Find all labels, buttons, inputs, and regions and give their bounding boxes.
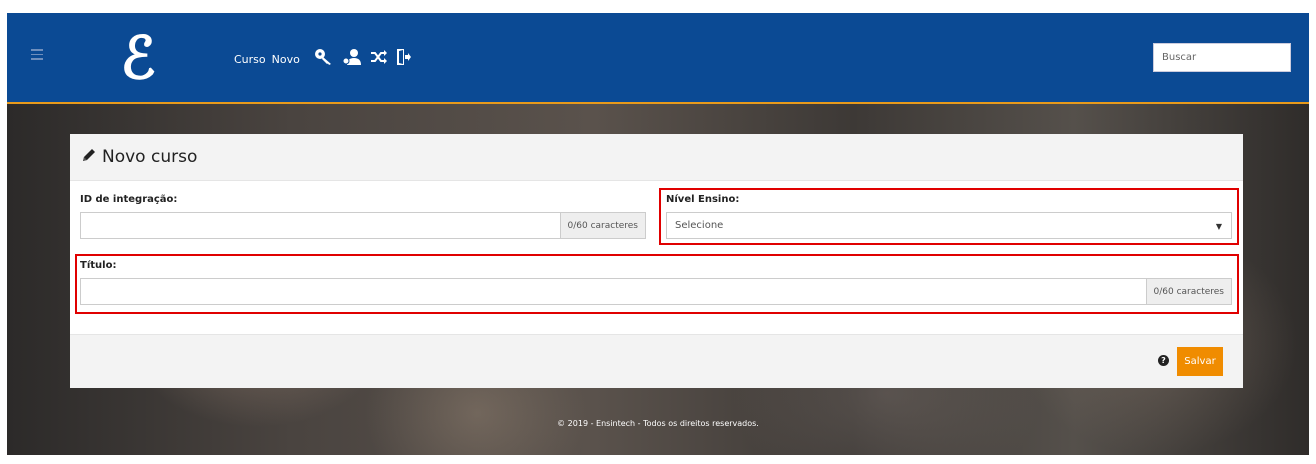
pencil-icon bbox=[81, 147, 97, 167]
user-key-icon[interactable] bbox=[342, 48, 362, 70]
integration-id-group: 0/60 caracteres bbox=[80, 212, 646, 239]
top-navbar: ℰ Curso Novo bbox=[7, 13, 1309, 104]
integration-id-label: ID de integração: bbox=[80, 194, 178, 205]
integration-id-counter: 0/60 caracteres bbox=[559, 212, 646, 239]
menu-icon[interactable] bbox=[31, 49, 43, 63]
title-highlight-box bbox=[75, 254, 1239, 314]
card-header: Novo curso bbox=[70, 134, 1243, 181]
search-input[interactable] bbox=[1153, 43, 1291, 72]
level-highlight-box bbox=[659, 188, 1239, 245]
copyright-text: © 2019 - Ensintech - Todos os direitos r… bbox=[557, 419, 759, 428]
page-title: Novo curso bbox=[102, 147, 198, 167]
help-icon[interactable]: ? bbox=[1158, 355, 1169, 366]
page: ℰ Curso Novo Buscar Novo curso ID de int… bbox=[7, 13, 1309, 455]
sign-out-icon[interactable] bbox=[396, 48, 412, 70]
key-icon[interactable] bbox=[314, 48, 334, 70]
logo[interactable]: ℰ bbox=[108, 27, 168, 89]
nav-links: Curso Novo bbox=[234, 48, 412, 70]
nav-link-curso[interactable]: Curso bbox=[234, 53, 266, 66]
integration-id-input[interactable] bbox=[80, 212, 560, 239]
form-card: Novo curso ID de integração: 0/60 caract… bbox=[70, 134, 1243, 388]
save-button[interactable]: Salvar bbox=[1177, 347, 1223, 376]
nav-link-novo[interactable]: Novo bbox=[272, 53, 300, 66]
card-footer: ? Salvar bbox=[70, 334, 1243, 388]
shuffle-icon[interactable] bbox=[370, 49, 388, 69]
